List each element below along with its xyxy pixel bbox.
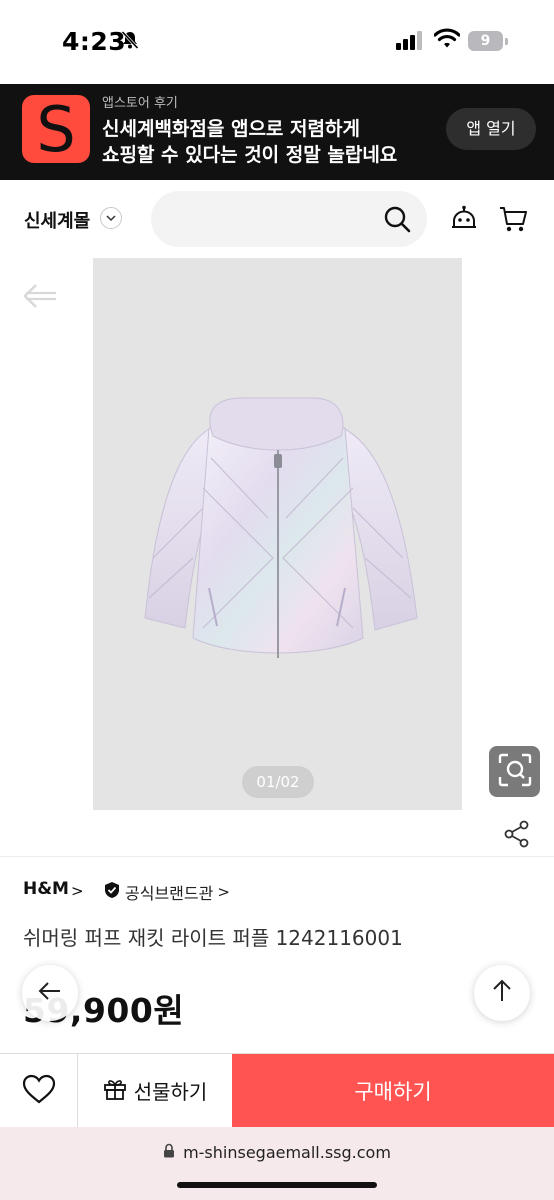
app-icon-letter: S [36, 97, 75, 161]
product-image[interactable]: 01/02 [93, 258, 462, 810]
scroll-to-top-button[interactable] [474, 965, 530, 1021]
status-bar: 4:23 9 [0, 0, 554, 84]
wifi-icon [433, 28, 461, 54]
floating-back-button[interactable] [22, 965, 78, 1021]
arrow-up-icon [492, 979, 512, 1007]
open-app-button[interactable]: 앱 열기 [446, 108, 536, 150]
banner-text-line1: 신세계백화점을 앱으로 저렴하게 [102, 118, 360, 140]
product-title: 쉬머링 퍼프 재킷 라이트 퍼플 1242116001 [23, 926, 403, 950]
gift-icon [103, 1077, 127, 1105]
section-divider [0, 856, 554, 857]
back-arrow-icon[interactable] [22, 282, 58, 314]
image-page-indicator: 01/02 [242, 766, 314, 798]
purchase-action-bar: 선물하기 구매하기 [0, 1053, 554, 1127]
share-icon[interactable] [504, 820, 530, 852]
battery-icon: 9 [468, 29, 508, 53]
product-brand-link[interactable]: H&M [23, 879, 69, 899]
url-text: m-shinsegaemall.ssg.com [183, 1143, 391, 1162]
arrow-left-icon [38, 981, 62, 1005]
mall-brand-logo[interactable]: 신세계몰 [24, 207, 90, 233]
cart-icon[interactable] [498, 205, 528, 237]
app-install-banner[interactable]: S 앱스토어 후기 신세계백화점을 앱으로 저렴하게 쇼핑할 수 있다는 것이 … [0, 84, 554, 180]
battery-level: 9 [480, 33, 491, 49]
gift-button[interactable]: 선물하기 [78, 1054, 232, 1127]
lens-search-icon [498, 753, 532, 791]
lock-icon [163, 1143, 175, 1162]
banner-review-label: 앱스토어 후기 [102, 96, 178, 111]
home-indicator[interactable] [177, 1182, 377, 1188]
official-brand-store-link[interactable]: 공식브랜드관 > [104, 880, 230, 904]
gift-button-label: 선물하기 [133, 1080, 208, 1104]
brand-chevron-right[interactable]: > [71, 882, 84, 900]
shield-check-icon [104, 881, 120, 903]
wishlist-button[interactable] [0, 1054, 78, 1127]
status-time: 4:23 [62, 27, 127, 56]
site-header: 신세계몰 [0, 180, 554, 258]
jacket-illustration [144, 397, 418, 658]
buy-button[interactable]: 구매하기 [232, 1054, 554, 1127]
search-input[interactable] [151, 191, 427, 247]
bell-slash-icon [120, 30, 140, 54]
url-field[interactable]: m-shinsegaemall.ssg.com [0, 1143, 554, 1162]
ssg-app-icon: S [22, 95, 90, 163]
chevron-down-icon[interactable] [100, 207, 122, 229]
heart-icon [22, 1074, 56, 1108]
banner-text-line2: 쇼핑할 수 있다는 것이 정말 놀랍네요 [102, 144, 398, 166]
signal-icon [396, 30, 424, 54]
chatbot-icon[interactable] [450, 205, 478, 237]
lens-search-button[interactable] [489, 746, 540, 797]
browser-url-bar[interactable]: m-shinsegaemall.ssg.com [0, 1127, 554, 1200]
official-brand-label: 공식브랜드관 [125, 884, 214, 903]
official-brand-chevron: > [217, 883, 230, 901]
search-icon[interactable] [383, 205, 411, 237]
